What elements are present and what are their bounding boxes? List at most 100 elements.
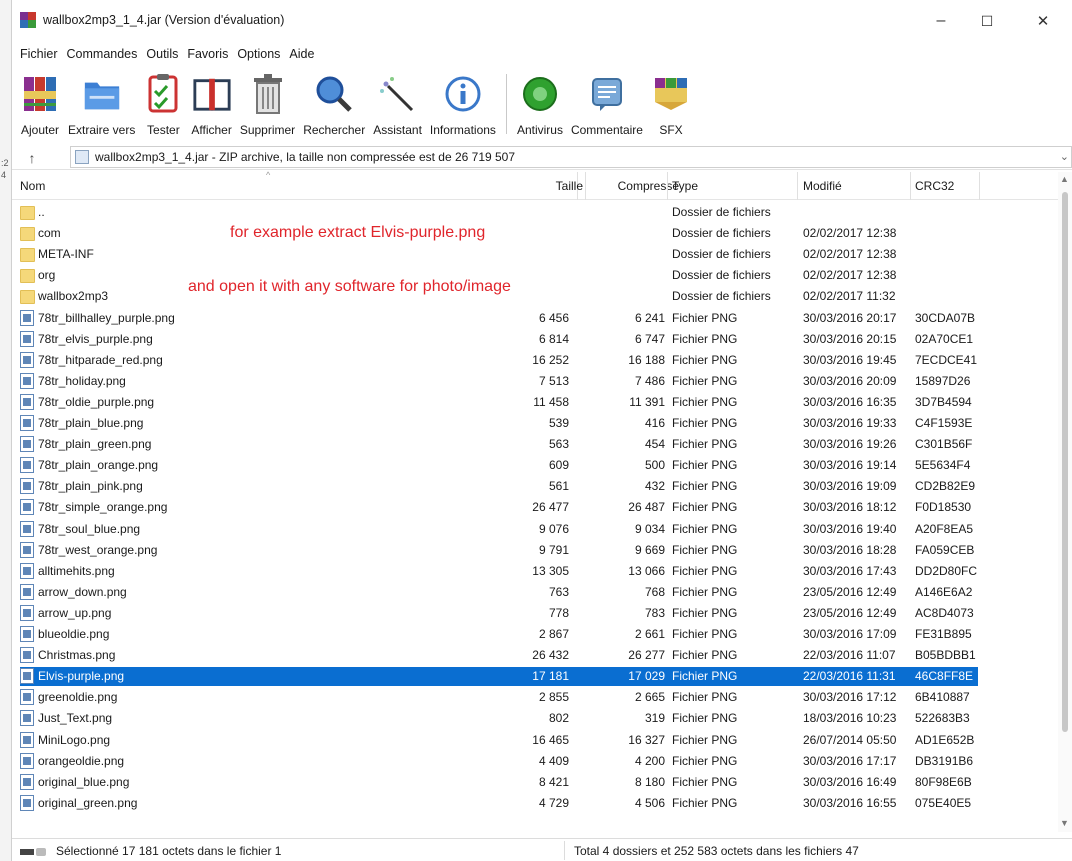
scroll-up-arrow-icon[interactable]: ▲ bbox=[1060, 174, 1069, 184]
sfx-icon bbox=[651, 72, 691, 116]
minimize-button[interactable]: – bbox=[918, 8, 964, 34]
file-row[interactable]: arrow_down.png 763 768 Fichier PNG 23/05/201… bbox=[12, 582, 1058, 603]
file-row[interactable]: 78tr_holiday.png 7 513 7 486 Fichier PNG 30/… bbox=[12, 371, 1058, 392]
close-button[interactable]: ✕ bbox=[1020, 8, 1066, 34]
comment-button[interactable]: Commentaire bbox=[567, 66, 647, 137]
file-size: 2 855 bbox=[538, 690, 569, 705]
file-compressed-size: 500 bbox=[644, 458, 665, 473]
status-total-text: Total 4 dossiers et 252 583 octets dans … bbox=[574, 844, 859, 858]
file-name: 78tr_elvis_purple.png bbox=[38, 331, 153, 346]
file-type: Dossier de fichiers bbox=[672, 268, 771, 283]
folder-row[interactable]: .. Dossier de fichiers bbox=[12, 202, 1058, 223]
extract-to-button-label: Extraire vers bbox=[68, 123, 136, 137]
file-list-header: Nom ^ Taille Compressé Type Modifié CRC3… bbox=[12, 170, 1072, 200]
file-row[interactable]: 78tr_hitparade_red.png 16 252 16 188 Fichie… bbox=[12, 350, 1058, 371]
menu-commandes[interactable]: Commandes bbox=[67, 47, 138, 61]
file-row[interactable]: alltimehits.png 13 305 13 066 Fichier PNG 30… bbox=[12, 561, 1058, 582]
file-compressed-size: 26 487 bbox=[628, 500, 665, 515]
file-crc32: A146E6A2 bbox=[915, 584, 973, 599]
file-size: 4 729 bbox=[538, 795, 569, 810]
file-modified: 30/03/2016 16:49 bbox=[803, 774, 897, 789]
file-row[interactable]: 78tr_soul_blue.png 9 076 9 034 Fichier PNG 3… bbox=[12, 519, 1058, 540]
search-button[interactable]: Rechercher bbox=[299, 66, 369, 137]
sfx-button-label: SFX bbox=[659, 123, 683, 137]
menu-aide[interactable]: Aide bbox=[289, 47, 314, 61]
file-crc32: B05BDBB1 bbox=[915, 648, 976, 663]
png-file-icon bbox=[20, 668, 34, 685]
file-row[interactable]: arrow_up.png 778 783 Fichier PNG 23/05/2016 … bbox=[12, 603, 1058, 624]
view-button[interactable]: Afficher bbox=[187, 66, 235, 137]
folder-icon bbox=[20, 269, 35, 284]
file-type: Fichier PNG bbox=[672, 310, 738, 325]
status-divider bbox=[564, 841, 565, 860]
sfx-button[interactable]: SFX bbox=[647, 66, 695, 137]
info-button[interactable]: Informations bbox=[426, 66, 500, 137]
file-row[interactable]: 78tr_west_orange.png 9 791 9 669 Fichier PN… bbox=[12, 540, 1058, 561]
file-row[interactable]: 78tr_plain_orange.png 609 500 Fichier PNG 30… bbox=[12, 455, 1058, 476]
scrollbar-thumb[interactable] bbox=[1062, 192, 1068, 732]
png-file-icon bbox=[20, 794, 34, 811]
folder-row[interactable]: META-INF Dossier de fichiers 02/02/2017 12… bbox=[12, 244, 1058, 265]
address-dropdown-icon[interactable]: ⌄ bbox=[1060, 150, 1069, 163]
file-compressed-size: 13 066 bbox=[628, 563, 665, 578]
file-row[interactable]: blueoldie.png 2 867 2 661 Fichier PNG 30/03/… bbox=[12, 624, 1058, 645]
up-folder-button[interactable]: ↑ bbox=[12, 150, 52, 166]
file-row[interactable]: 78tr_elvis_purple.png 6 814 6 747 Fichier P… bbox=[12, 329, 1058, 350]
file-row[interactable]: orangeoldie.png 4 409 4 200 Fichier PNG 30/0… bbox=[12, 751, 1058, 772]
file-row[interactable]: greenoldie.png 2 855 2 665 Fichier PNG 30/03… bbox=[12, 687, 1058, 708]
file-row[interactable]: 78tr_simple_orange.png 26 477 26 487 Fichie… bbox=[12, 497, 1058, 518]
column-header-type[interactable]: Type bbox=[672, 179, 698, 193]
file-crc32: 6B410887 bbox=[915, 690, 970, 705]
file-crc32: 7ECDCE41 bbox=[915, 352, 978, 367]
menu-options[interactable]: Options bbox=[237, 47, 280, 61]
file-row[interactable]: MiniLogo.png 16 465 16 327 Fichier PNG 26/07… bbox=[12, 730, 1058, 751]
file-crc32: 30CDA07B bbox=[915, 310, 976, 325]
folder-row[interactable]: com Dossier de fichiers 02/02/2017 12:38 bbox=[12, 223, 1058, 244]
file-row[interactable]: 78tr_billhalley_purple.png 6 456 6 241 Fich… bbox=[12, 308, 1058, 329]
column-header-name[interactable]: Nom bbox=[20, 179, 45, 193]
menu-outils[interactable]: Outils bbox=[146, 47, 178, 61]
file-name: 78tr_plain_orange.png bbox=[38, 458, 159, 473]
menu-favoris[interactable]: Favoris bbox=[187, 47, 228, 61]
vertical-scrollbar[interactable]: ▲ ▼ bbox=[1058, 172, 1072, 832]
status-left: Sélectionné 17 181 octets dans le fichie… bbox=[20, 844, 281, 858]
file-name: META-INF bbox=[38, 247, 94, 262]
drive-icon bbox=[20, 846, 48, 856]
file-row[interactable]: 78tr_oldie_purple.png 11 458 11 391 Fichier… bbox=[12, 392, 1058, 413]
file-modified: 30/03/2016 18:12 bbox=[803, 500, 897, 515]
delete-button[interactable]: Supprimer bbox=[236, 66, 299, 137]
wizard-button[interactable]: Assistant bbox=[369, 66, 426, 137]
folder-row[interactable]: org Dossier de fichiers 02/02/2017 12:38 bbox=[12, 265, 1058, 286]
menu-fichier[interactable]: Fichier bbox=[20, 47, 58, 61]
file-type: Fichier PNG bbox=[672, 500, 738, 515]
file-row[interactable]: Just_Text.png 802 319 Fichier PNG 18/03/2016… bbox=[12, 708, 1058, 729]
file-size: 17 181 bbox=[532, 669, 569, 684]
file-row[interactable]: 78tr_plain_blue.png 539 416 Fichier PNG 30/0… bbox=[12, 413, 1058, 434]
maximize-button[interactable]: ☐ bbox=[964, 8, 1010, 34]
add-button[interactable]: Ajouter bbox=[16, 66, 64, 137]
png-file-icon bbox=[20, 415, 34, 431]
file-row[interactable]: Elvis-purple.png 17 181 17 029 Fichier PNG 2… bbox=[12, 666, 1058, 687]
file-crc32: 522683B3 bbox=[915, 711, 970, 726]
antivirus-button[interactable]: Antivirus bbox=[513, 66, 567, 137]
column-header-size[interactable]: Taille bbox=[556, 179, 583, 193]
file-size: 6 456 bbox=[538, 310, 569, 325]
column-header-modified[interactable]: Modifié bbox=[803, 179, 842, 193]
png-file-icon bbox=[20, 457, 34, 474]
file-row[interactable]: 78tr_plain_green.png 563 454 Fichier PNG 30/… bbox=[12, 434, 1058, 455]
scroll-down-arrow-icon[interactable]: ▼ bbox=[1060, 818, 1069, 828]
file-row[interactable]: original_green.png 4 729 4 506 Fichier PNG 3… bbox=[12, 793, 1058, 814]
file-row[interactable]: 78tr_plain_pink.png 561 432 Fichier PNG 30/0… bbox=[12, 476, 1058, 497]
test-button[interactable]: Tester bbox=[139, 66, 187, 137]
file-modified: 30/03/2016 18:28 bbox=[803, 542, 897, 557]
file-row[interactable]: Christmas.png 26 432 26 277 Fichier PNG 22/0… bbox=[12, 645, 1058, 666]
png-file-icon bbox=[20, 478, 34, 495]
address-bar[interactable]: wallbox2mp3_1_4.jar - ZIP archive, la ta… bbox=[70, 146, 1072, 168]
folder-icon bbox=[20, 227, 35, 242]
file-row[interactable]: original_blue.png 8 421 8 180 Fichier PNG 30… bbox=[12, 772, 1058, 793]
column-header-crc32[interactable]: CRC32 bbox=[915, 179, 954, 193]
column-header-compressed[interactable]: Compressé bbox=[618, 179, 679, 193]
extract-to-button[interactable]: Extraire vers bbox=[64, 66, 139, 137]
file-compressed-size: 6 747 bbox=[634, 331, 665, 346]
folder-row[interactable]: wallbox2mp3 Dossier de fichiers 02/02/2017… bbox=[12, 286, 1058, 307]
